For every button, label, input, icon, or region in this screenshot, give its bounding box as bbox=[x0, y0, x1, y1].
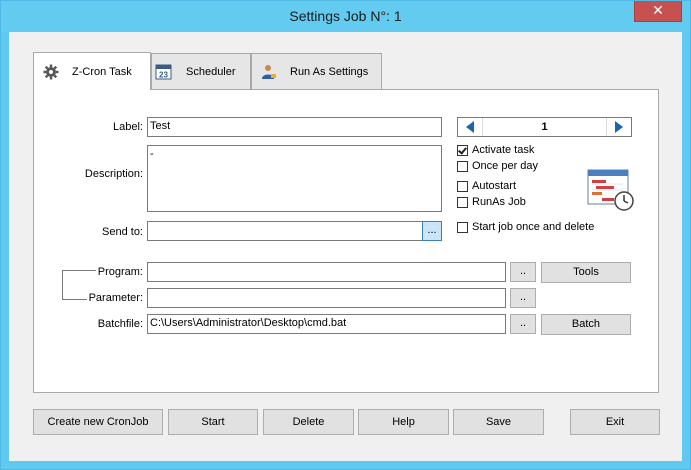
tools-button[interactable]: Tools bbox=[541, 262, 631, 283]
checkbox-box bbox=[457, 180, 468, 192]
tab-panel-z-cron-task: Label: Test Description: - Send to: ... … bbox=[33, 89, 659, 393]
start-button[interactable]: Start bbox=[168, 409, 258, 435]
save-button[interactable]: Save bbox=[453, 409, 544, 435]
svg-text:23: 23 bbox=[159, 71, 168, 80]
autostart-checkbox[interactable]: Autostart bbox=[457, 180, 516, 192]
tab-z-cron-task[interactable]: Z-Cron Task bbox=[33, 52, 151, 90]
label-caption: Label: bbox=[113, 121, 143, 133]
activate-task-checkbox[interactable]: Activate task bbox=[457, 144, 534, 156]
arrow-left-icon bbox=[466, 121, 474, 133]
calendar-icon: 23 bbox=[154, 63, 172, 81]
parameter-input[interactable] bbox=[147, 288, 506, 308]
close-button[interactable]: ✕ bbox=[634, 1, 682, 22]
checkbox-label: RunAs Job bbox=[472, 196, 526, 208]
delete-button[interactable]: Delete bbox=[263, 409, 354, 435]
batchfile-caption: Batchfile: bbox=[97, 318, 143, 330]
previous-job-button[interactable] bbox=[458, 118, 482, 136]
tab-label: Scheduler bbox=[186, 65, 236, 78]
tab-label: Run As Settings bbox=[290, 65, 369, 78]
tab-label: Z-Cron Task bbox=[72, 65, 132, 78]
program-browse-button[interactable]: .. bbox=[510, 262, 536, 282]
tab-run-as-settings[interactable]: Run As Settings bbox=[251, 53, 382, 89]
label-input[interactable]: Test bbox=[147, 117, 442, 137]
checkbox-box bbox=[457, 196, 468, 208]
parameter-caption: Parameter: bbox=[86, 292, 143, 304]
user-icon bbox=[260, 63, 278, 81]
batchfile-input[interactable]: C:\Users\Administrator\Desktop\cmd.bat bbox=[147, 314, 506, 334]
once-per-day-checkbox[interactable]: Once per day bbox=[457, 160, 538, 172]
next-job-button[interactable] bbox=[607, 118, 631, 136]
parameter-browse-button[interactable]: .. bbox=[510, 288, 536, 308]
checkbox-label: Once per day bbox=[472, 160, 539, 172]
checkbox-label: Activate task bbox=[472, 144, 535, 156]
batch-button[interactable]: Batch bbox=[541, 314, 631, 335]
window-title: Settings Job N°: 1 bbox=[289, 8, 402, 24]
arrow-right-icon bbox=[615, 121, 623, 133]
checkbox-box bbox=[457, 144, 468, 156]
runas-job-checkbox[interactable]: RunAs Job bbox=[457, 196, 526, 208]
start-once-delete-checkbox[interactable]: Start job once and delete bbox=[457, 221, 594, 233]
sendto-browse-button[interactable]: ... bbox=[422, 221, 442, 241]
program-input[interactable] bbox=[147, 262, 506, 282]
description-input[interactable]: - bbox=[147, 145, 442, 212]
gear-icon bbox=[42, 63, 60, 81]
create-cronjob-button[interactable]: Create new CronJob bbox=[33, 409, 163, 435]
checkbox-box bbox=[457, 160, 468, 172]
job-number-value: 1 bbox=[482, 118, 607, 136]
dialog-body: Z-Cron Task 23 Scheduler Run As Settings… bbox=[9, 32, 682, 461]
job-number-spinner: 1 bbox=[457, 117, 632, 137]
help-button[interactable]: Help bbox=[358, 409, 449, 435]
sendto-input[interactable] bbox=[147, 221, 423, 241]
settings-window: Settings Job N°: 1 ✕ Z-Cron Task 23 Sche… bbox=[0, 0, 691, 470]
exit-button[interactable]: Exit bbox=[570, 409, 660, 435]
batchfile-browse-button[interactable]: .. bbox=[510, 314, 536, 334]
checkbox-label: Autostart bbox=[472, 180, 517, 192]
tab-scheduler[interactable]: 23 Scheduler bbox=[151, 53, 251, 89]
program-caption: Program: bbox=[95, 266, 143, 278]
sendto-caption: Send to: bbox=[102, 226, 143, 238]
title-bar[interactable]: Settings Job N°: 1 ✕ bbox=[1, 1, 690, 32]
checkbox-label: Start job once and delete bbox=[472, 221, 595, 233]
schedule-chart-icon bbox=[587, 169, 634, 211]
description-caption: Description: bbox=[84, 168, 143, 180]
checkbox-box bbox=[457, 221, 468, 233]
